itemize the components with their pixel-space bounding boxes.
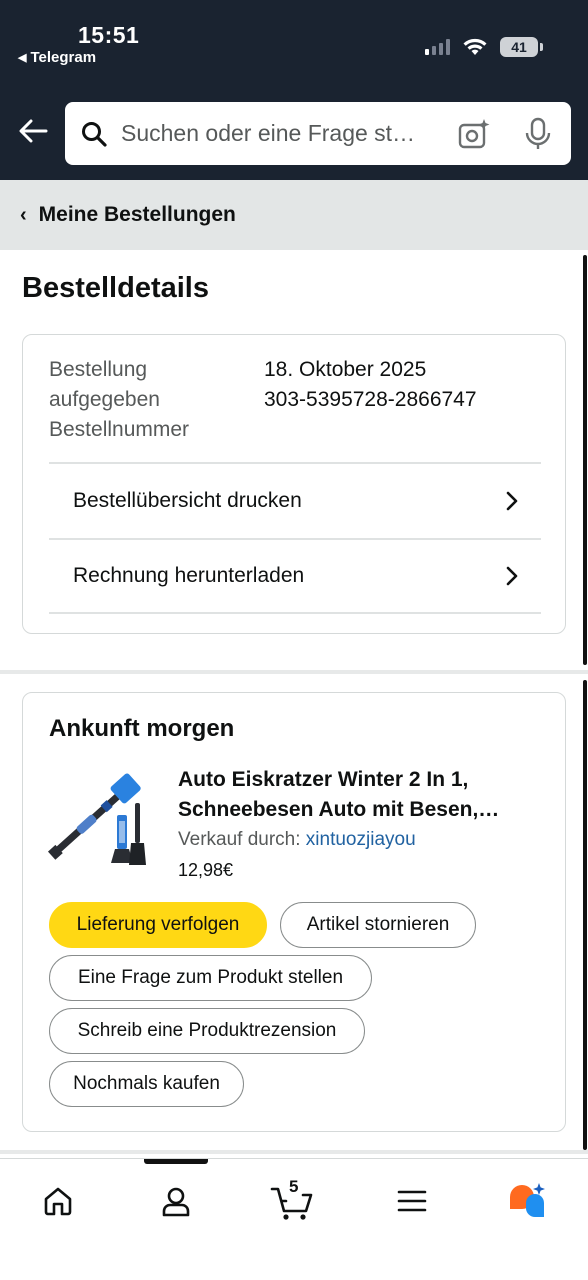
active-tab-indicator <box>144 1159 208 1164</box>
account-icon <box>162 1187 190 1217</box>
camera-search-icon[interactable] <box>457 117 491 151</box>
nav-cart[interactable]: 5 <box>268 1177 316 1225</box>
top-header: 15:51 ◀ Telegram 41 <box>0 0 588 180</box>
search-input[interactable] <box>121 120 441 147</box>
back-to-app-link[interactable]: ◀ Telegram <box>18 49 96 66</box>
home-icon <box>44 1187 72 1216</box>
order-number: 303-5395728-2866747 <box>264 388 477 411</box>
chevron-left-icon: ‹ <box>20 203 27 226</box>
print-summary-label: Bestellübersicht drucken <box>73 489 302 512</box>
cancel-item-button[interactable]: Artikel stornieren <box>280 902 476 948</box>
search-icon <box>82 121 107 147</box>
scrollbar <box>583 680 587 1150</box>
download-invoice-link[interactable]: Rechnung herunterladen <box>49 538 541 614</box>
arrival-status: Ankunft morgen <box>49 715 235 742</box>
wifi-icon <box>463 38 487 55</box>
status-time: 15:51 <box>78 22 140 48</box>
page-title: Bestelldetails <box>22 272 209 304</box>
rufus-ai-icon <box>510 1183 545 1217</box>
download-invoice-label: Rechnung herunterladen <box>73 564 305 587</box>
back-arrow-icon[interactable] <box>16 114 50 148</box>
product-price: 12,98€ <box>178 860 234 880</box>
menu-icon <box>397 1190 427 1212</box>
placed-label-line1: Bestellung <box>49 358 148 381</box>
order-date: 18. Oktober 2025 <box>264 358 427 381</box>
shipment-card: Ankunft morgen Auto Eiskratzer Winter 2 … <box>22 692 566 1132</box>
search-bar[interactable] <box>65 102 571 165</box>
placed-label-line2: aufgegeben <box>49 388 160 411</box>
product-image[interactable] <box>47 763 149 869</box>
section-divider <box>0 670 588 674</box>
nav-home[interactable] <box>34 1177 82 1225</box>
ask-question-button[interactable]: Eine Frage zum Produkt stellen <box>49 955 372 1001</box>
order-info-values: 18. Oktober 2025 303-5395728-2866747 <box>264 355 544 415</box>
chevron-right-icon <box>506 566 518 586</box>
seller-link[interactable]: xintuozjiayou <box>306 829 416 850</box>
bottom-navigation: 5 <box>0 1158 588 1280</box>
nav-rufus[interactable] <box>503 1177 551 1225</box>
nav-account[interactable] <box>152 1177 200 1225</box>
track-delivery-button[interactable]: Lieferung verfolgen <box>49 902 267 948</box>
order-number-label: Bestellnummer <box>49 418 190 441</box>
battery-indicator: 41 <box>500 37 543 57</box>
order-info-card: Bestellung aufgegeben Bestellnummer 18. … <box>22 334 566 634</box>
order-info-labels: Bestellung aufgegeben Bestellnummer <box>49 355 249 445</box>
back-triangle-icon: ◀ <box>18 52 27 64</box>
cart-count-badge: 5 <box>289 1177 299 1196</box>
write-review-button[interactable]: Schreib eine Produktrezension <box>49 1008 365 1054</box>
microphone-icon[interactable] <box>523 117 553 151</box>
seller-line: Verkauf durch: xintuozjiayou <box>178 829 416 851</box>
product-title[interactable]: Auto Eiskratzer Winter 2 In 1, Schneebes… <box>178 765 548 825</box>
chevron-right-icon <box>506 491 518 511</box>
breadcrumb[interactable]: ‹ Meine Bestellungen <box>0 180 588 250</box>
cellular-signal-icon <box>425 39 450 55</box>
status-icons: 41 <box>425 37 543 57</box>
scrollbar <box>583 255 587 665</box>
breadcrumb-label: Meine Bestellungen <box>38 203 236 226</box>
nav-menu[interactable] <box>388 1177 436 1225</box>
app-screen: 15:51 ◀ Telegram 41 Suchen oder eine Fra… <box>0 0 588 1280</box>
section-divider <box>0 1150 588 1154</box>
back-app-label: Telegram <box>30 49 97 66</box>
sold-by-label: Verkauf durch: <box>178 829 306 850</box>
print-summary-link[interactable]: Bestellübersicht drucken <box>49 462 541 538</box>
buy-again-button[interactable]: Nochmals kaufen <box>49 1061 244 1107</box>
